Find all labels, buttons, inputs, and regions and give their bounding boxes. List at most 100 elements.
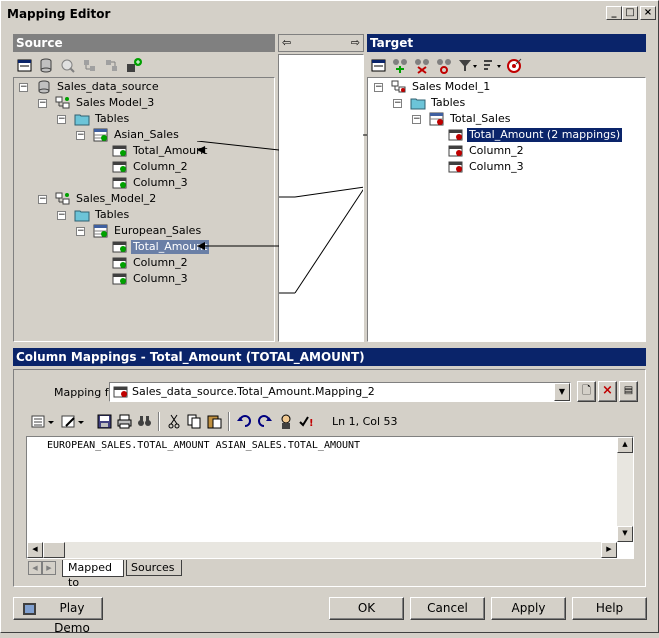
model-icon bbox=[55, 192, 70, 205]
tree-node-column[interactable]: Column_3 bbox=[17, 272, 267, 288]
tree-node-column[interactable]: Column_3 bbox=[371, 160, 641, 176]
tree-node-tables[interactable]: − Tables bbox=[371, 96, 641, 112]
folder-icon bbox=[74, 210, 90, 222]
filter-icon[interactable] bbox=[457, 57, 479, 74]
properties-icon[interactable] bbox=[16, 57, 34, 74]
play-demo-button[interactable]: Play Demo bbox=[13, 597, 103, 635]
add-mapping-icon[interactable] bbox=[391, 57, 409, 74]
tree-node-label: Sales Model_3 bbox=[76, 96, 155, 109]
target-icon[interactable] bbox=[505, 57, 523, 74]
check-syntax-icon[interactable]: ! bbox=[298, 413, 315, 430]
collapse-toggle[interactable]: − bbox=[412, 115, 421, 124]
column-icon bbox=[448, 129, 463, 141]
binoculars-icon[interactable] bbox=[136, 413, 153, 430]
copy-icon[interactable] bbox=[186, 413, 203, 430]
collapse-toggle[interactable]: − bbox=[393, 99, 402, 108]
undo-icon[interactable] bbox=[236, 413, 253, 430]
column-icon bbox=[448, 161, 463, 173]
tree-node-model[interactable]: − Sales Model_1 bbox=[371, 80, 641, 96]
cut-icon[interactable] bbox=[166, 413, 183, 430]
mapping-icon bbox=[113, 386, 128, 398]
scroll-left-arrow-icon[interactable]: ◀ bbox=[27, 542, 43, 558]
collapse-toggle[interactable]: − bbox=[57, 115, 66, 124]
chevron-down-icon[interactable]: ▼ bbox=[554, 383, 570, 401]
close-button[interactable]: × bbox=[640, 6, 656, 20]
arrow-left-icon[interactable]: ⇦ bbox=[282, 36, 291, 49]
tree-node-table[interactable]: − Total_Sales bbox=[371, 112, 641, 128]
mapping-lines bbox=[279, 186, 363, 294]
tree-node-label: Column_3 bbox=[133, 272, 188, 285]
help-button[interactable]: Help bbox=[572, 597, 647, 620]
expand-all-icon[interactable] bbox=[81, 57, 99, 74]
tree-node-label: Column_3 bbox=[133, 176, 188, 189]
ok-button[interactable]: OK bbox=[329, 597, 404, 620]
svg-text:!: ! bbox=[309, 418, 314, 429]
person-icon[interactable] bbox=[278, 413, 295, 430]
tab-mapped-to[interactable]: Mapped to bbox=[62, 560, 124, 589]
column-icon bbox=[112, 257, 127, 269]
tree-node-label: Total_Sales bbox=[450, 112, 511, 125]
window-title: Mapping Editor bbox=[7, 7, 111, 21]
data-source-icon bbox=[38, 80, 50, 94]
collapse-toggle[interactable]: − bbox=[374, 83, 383, 92]
scroll-right-arrow-icon[interactable]: ▶ bbox=[601, 542, 617, 558]
mapping-for-value: Sales_data_source.Total_Amount.Mapping_2 bbox=[132, 385, 375, 398]
cancel-button[interactable]: Cancel bbox=[410, 597, 485, 620]
model-icon bbox=[55, 96, 70, 109]
collapse-toggle[interactable]: − bbox=[19, 83, 28, 92]
find-icon[interactable] bbox=[59, 57, 77, 74]
tab-scroll-left-icon[interactable]: ◀ bbox=[28, 561, 42, 575]
save-icon[interactable] bbox=[96, 413, 113, 430]
collapse-toggle[interactable]: − bbox=[38, 99, 47, 108]
scroll-down-arrow-icon[interactable]: ▼ bbox=[617, 526, 633, 542]
mapping-properties-button[interactable]: ▤ bbox=[619, 381, 638, 402]
tree-node-label: Tables bbox=[95, 112, 130, 125]
paste-icon[interactable] bbox=[206, 413, 223, 430]
tree-node-column-selected[interactable]: Total_Amount (2 mappings) bbox=[371, 127, 641, 144]
mapping-editor[interactable]: EUROPEAN_SALES.TOTAL_AMOUNT ASIAN_SALES.… bbox=[26, 436, 634, 559]
horizontal-scrollbar[interactable]: ◀ ▶ bbox=[27, 542, 617, 558]
add-source-icon[interactable] bbox=[125, 57, 143, 74]
mapping-for-combo[interactable]: Sales_data_source.Total_Amount.Mapping_2… bbox=[109, 382, 571, 402]
sort-icon[interactable] bbox=[481, 57, 503, 74]
properties-icon[interactable] bbox=[370, 57, 388, 74]
scroll-up-arrow-icon[interactable]: ▲ bbox=[617, 437, 633, 453]
maximize-button[interactable]: □ bbox=[622, 6, 638, 20]
source-toolbar bbox=[13, 54, 275, 78]
editor-menu-icon[interactable] bbox=[30, 413, 56, 430]
table-icon bbox=[93, 128, 108, 142]
minimize-button[interactable]: _ bbox=[606, 6, 622, 20]
tree-node-column[interactable]: Column_2 bbox=[371, 144, 641, 160]
tree-node-tables[interactable]: − Tables bbox=[17, 112, 267, 128]
tree-node-column[interactable]: Column_2 bbox=[17, 256, 267, 272]
delete-mapping-icon[interactable] bbox=[413, 57, 431, 74]
source-arrows bbox=[197, 141, 279, 250]
folder-icon bbox=[410, 98, 426, 110]
column-icon bbox=[112, 241, 127, 253]
scroll-thumb[interactable] bbox=[43, 542, 65, 558]
redo-icon[interactable] bbox=[256, 413, 273, 430]
collapse-toggle[interactable]: − bbox=[57, 211, 66, 220]
cursor-position: Ln 1, Col 53 bbox=[332, 415, 398, 428]
tree-node-model[interactable]: − Sales Model_3 bbox=[17, 96, 267, 112]
collapse-all-icon[interactable] bbox=[103, 57, 121, 74]
new-mapping-button[interactable]: 🗋 bbox=[577, 381, 596, 402]
apply-button[interactable]: Apply bbox=[491, 597, 566, 620]
collapse-toggle[interactable]: − bbox=[76, 227, 85, 236]
vertical-scrollbar[interactable]: ▲ ▼ bbox=[617, 437, 633, 542]
tab-sources[interactable]: Sources bbox=[126, 560, 182, 576]
clear-mappings-icon[interactable] bbox=[435, 57, 453, 74]
tree-node-data-source[interactable]: − Sales_data_source bbox=[17, 80, 267, 96]
collapse-toggle[interactable]: − bbox=[76, 131, 85, 140]
database-icon[interactable] bbox=[37, 57, 55, 74]
delete-mapping-button[interactable]: × bbox=[598, 381, 617, 402]
tree-node-label: Column_2 bbox=[133, 256, 188, 269]
arrow-right-icon[interactable]: ⇨ bbox=[351, 36, 360, 49]
edit-icon[interactable] bbox=[60, 413, 86, 430]
tree-node-label: Tables bbox=[431, 96, 466, 109]
print-icon[interactable] bbox=[116, 413, 133, 430]
target-toolbar bbox=[367, 54, 646, 78]
tree-node-label: Sales_data_source bbox=[57, 80, 159, 93]
collapse-toggle[interactable]: − bbox=[38, 195, 47, 204]
tab-scroll-right-icon[interactable]: ▶ bbox=[42, 561, 56, 575]
